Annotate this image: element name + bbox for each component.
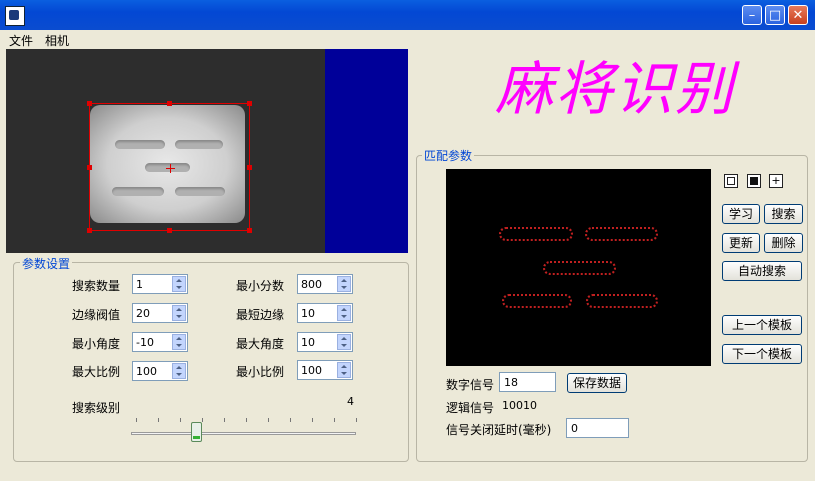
- search-count-stepper[interactable]: 1: [132, 274, 188, 294]
- min-score-value: 800: [301, 278, 322, 291]
- roi-handle[interactable]: [247, 165, 252, 170]
- spin-arrows-icon[interactable]: [172, 305, 186, 321]
- edge-threshold-value: 20: [136, 307, 150, 320]
- delete-button[interactable]: 删除: [764, 233, 803, 253]
- slider-tick: [202, 418, 203, 422]
- min-scale-value: 100: [301, 364, 322, 377]
- camera-view-margin: [325, 49, 408, 253]
- edge-threshold-stepper[interactable]: 20: [132, 303, 188, 323]
- spin-arrows-icon[interactable]: [172, 276, 186, 292]
- digital-signal-input[interactable]: 18: [499, 372, 556, 392]
- filled-rectangle-tool-icon[interactable]: [747, 174, 761, 188]
- slider-tick: [224, 418, 225, 422]
- close-delay-input[interactable]: 0: [566, 418, 629, 438]
- min-score-stepper[interactable]: 800: [297, 274, 353, 294]
- next-template-button[interactable]: 下一个模板: [722, 344, 802, 364]
- slider-tick: [312, 418, 313, 422]
- menu-bar: 文件 相机: [0, 30, 815, 48]
- roi-handle[interactable]: [247, 228, 252, 233]
- min-edge-label: 最短边缘: [236, 308, 285, 322]
- search-level-label: 搜索级别: [72, 401, 121, 415]
- save-data-button[interactable]: 保存数据: [567, 373, 627, 393]
- spin-arrows-icon[interactable]: [337, 334, 351, 350]
- min-scale-label: 最小比例: [236, 365, 285, 379]
- slider-tick: [136, 418, 137, 422]
- update-button[interactable]: 更新: [722, 233, 760, 253]
- search-button[interactable]: 搜索: [764, 204, 803, 224]
- max-scale-value: 100: [136, 365, 157, 378]
- roi-handle[interactable]: [87, 228, 92, 233]
- logic-signal-value: 10010: [502, 399, 537, 412]
- roi-handle[interactable]: [87, 165, 92, 170]
- max-angle-value: 10: [301, 336, 315, 349]
- maximize-button[interactable]: □: [765, 5, 785, 25]
- template-edge: [499, 227, 573, 241]
- min-score-label: 最小分数: [236, 279, 285, 293]
- learn-button[interactable]: 学习: [722, 204, 760, 224]
- slider-tick: [334, 418, 335, 422]
- max-angle-label: 最大角度: [236, 337, 285, 351]
- min-edge-value: 10: [301, 307, 315, 320]
- prev-template-button[interactable]: 上一个模板: [722, 315, 802, 335]
- spin-arrows-icon[interactable]: [172, 363, 186, 379]
- min-angle-value: -10: [136, 336, 154, 349]
- max-scale-stepper[interactable]: 100: [132, 361, 188, 381]
- max-scale-label: 最大比例: [72, 365, 121, 379]
- template-edge: [585, 227, 658, 241]
- menu-file[interactable]: 文件: [9, 32, 33, 49]
- menu-camera[interactable]: 相机: [45, 32, 69, 49]
- slider-tick: [246, 418, 247, 422]
- auto-search-button[interactable]: 自动搜索: [722, 261, 802, 281]
- template-edge: [586, 294, 658, 308]
- max-angle-stepper[interactable]: 10: [297, 332, 353, 352]
- search-level-track[interactable]: [131, 432, 356, 435]
- search-count-value: 1: [136, 278, 143, 291]
- roi-handle[interactable]: [167, 228, 172, 233]
- params-group-label: 参数设置: [20, 255, 73, 272]
- search-level-value: 4: [347, 395, 354, 408]
- crosshair-tool-icon[interactable]: +: [769, 174, 783, 188]
- match-group-label: 匹配参数: [422, 147, 475, 164]
- rectangle-tool-icon[interactable]: [724, 174, 738, 188]
- spin-arrows-icon[interactable]: [337, 276, 351, 292]
- slider-tick: [268, 418, 269, 422]
- spin-arrows-icon[interactable]: [337, 305, 351, 321]
- app-icon[interactable]: [5, 6, 25, 26]
- spin-arrows-icon[interactable]: [172, 334, 186, 350]
- roi-handle[interactable]: [167, 101, 172, 106]
- title-bar: – □ ✕: [0, 0, 815, 30]
- edge-threshold-label: 边缘阀值: [72, 308, 121, 322]
- search-level-slider-thumb[interactable]: [191, 422, 203, 442]
- logic-signal-label: 逻辑信号: [446, 401, 495, 415]
- digital-signal-label: 数字信号: [446, 378, 495, 392]
- app-title-art: 麻将识别: [495, 55, 736, 123]
- min-angle-label: 最小角度: [72, 337, 121, 351]
- search-count-label: 搜索数量: [72, 279, 121, 293]
- slider-tick: [356, 418, 357, 422]
- min-angle-stepper[interactable]: -10: [132, 332, 188, 352]
- template-edge: [543, 261, 616, 275]
- template-edge: [502, 294, 572, 308]
- close-delay-label: 信号关闭延时(毫秒): [446, 423, 552, 437]
- minimize-button[interactable]: –: [742, 5, 762, 25]
- slider-tick: [290, 418, 291, 422]
- roi-handle[interactable]: [247, 101, 252, 106]
- roi-handle[interactable]: [87, 101, 92, 106]
- slider-tick: [180, 418, 181, 422]
- spin-arrows-icon[interactable]: [337, 362, 351, 378]
- min-scale-stepper[interactable]: 100: [297, 360, 353, 380]
- crosshair-icon: [170, 164, 171, 173]
- close-button[interactable]: ✕: [788, 5, 808, 25]
- slider-tick: [158, 418, 159, 422]
- min-edge-stepper[interactable]: 10: [297, 303, 353, 323]
